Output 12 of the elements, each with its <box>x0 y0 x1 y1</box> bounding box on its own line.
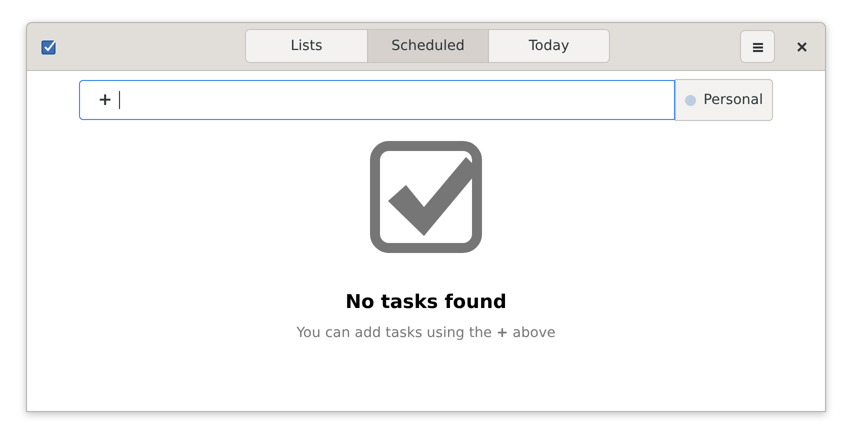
menu-icon <box>752 42 762 52</box>
menu-button[interactable] <box>740 30 775 63</box>
checkbox-icon <box>370 141 482 253</box>
close-icon[interactable] <box>797 42 807 52</box>
add-prefix: + <box>98 90 112 110</box>
view-tab[interactable]: Scheduled <box>367 30 488 62</box>
empty-message: You can add tasks using the + above <box>296 325 556 341</box>
empty-title: No tasks found <box>345 291 507 313</box>
view-tab[interactable]: Lists <box>246 30 367 62</box>
new-task-field[interactable]: + <box>79 80 676 120</box>
list-selector-button[interactable]: Personal <box>675 79 773 121</box>
view-tab[interactable]: Today <box>488 30 609 62</box>
